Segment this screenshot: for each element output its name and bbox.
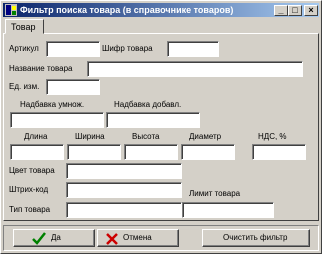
vat-input[interactable] bbox=[252, 144, 306, 160]
shifr-label: Шифр товара bbox=[102, 44, 153, 53]
tab-label: Товар bbox=[11, 22, 36, 32]
app-icon bbox=[5, 4, 17, 16]
artikul-label: Артикул bbox=[9, 44, 39, 53]
name-label: Название товара bbox=[9, 64, 73, 73]
artikul-input[interactable] bbox=[46, 41, 100, 57]
barcode-input[interactable] bbox=[66, 182, 182, 198]
markup-mult-input[interactable] bbox=[10, 112, 104, 128]
markup-add-label: Надбавка добавл. bbox=[114, 100, 182, 109]
close-button[interactable]: × bbox=[304, 5, 318, 16]
height-input[interactable] bbox=[124, 144, 178, 160]
form-panel: Артикул Шифр товара Название товара Ед. … bbox=[3, 33, 319, 221]
barcode-label: Штрих-код bbox=[9, 185, 49, 194]
type-input[interactable] bbox=[66, 202, 182, 218]
diameter-label: Диаметр bbox=[189, 132, 222, 141]
maximize-button[interactable]: □ bbox=[288, 5, 302, 16]
height-label: Высота bbox=[132, 132, 160, 141]
ok-button[interactable]: Да bbox=[13, 229, 95, 247]
vat-label: НДС, % bbox=[258, 132, 287, 141]
clear-filter-button[interactable]: Очистить фильтр bbox=[202, 229, 310, 247]
type-label: Тип товара bbox=[9, 205, 51, 214]
limit-label: Лимит товара bbox=[189, 189, 241, 198]
length-label: Длина bbox=[24, 132, 48, 141]
diameter-input[interactable] bbox=[181, 144, 235, 160]
window-title: Фильтр поиска товара (в справочнике това… bbox=[20, 5, 234, 15]
cancel-label: Отмена bbox=[123, 233, 152, 242]
color-input[interactable] bbox=[66, 163, 182, 179]
button-bar: Да Отмена Очистить фильтр bbox=[3, 225, 319, 251]
minimize-button[interactable]: _ bbox=[274, 5, 288, 16]
ok-label: Да bbox=[51, 233, 61, 242]
color-label: Цвет товара bbox=[9, 166, 55, 175]
cancel-button[interactable]: Отмена bbox=[97, 229, 179, 247]
filter-dialog: Фильтр поиска товара (в справочнике това… bbox=[0, 0, 322, 254]
title-bar[interactable]: Фильтр поиска товара (в справочнике това… bbox=[3, 3, 319, 17]
name-input[interactable] bbox=[87, 61, 303, 77]
markup-mult-label: Надбавка умнож. bbox=[20, 100, 85, 109]
length-input[interactable] bbox=[10, 144, 64, 160]
width-label: Ширина bbox=[75, 132, 105, 141]
width-input[interactable] bbox=[67, 144, 121, 160]
clear-filter-label: Очистить фильтр bbox=[223, 233, 288, 242]
markup-add-input[interactable] bbox=[106, 112, 200, 128]
limit-input[interactable] bbox=[182, 202, 274, 218]
tab-tovar[interactable]: Товар bbox=[5, 19, 44, 34]
shifr-input[interactable] bbox=[167, 41, 219, 57]
unit-input[interactable] bbox=[46, 79, 100, 95]
unit-label: Ед. изм. bbox=[9, 82, 40, 91]
check-icon bbox=[32, 232, 46, 245]
x-icon bbox=[106, 233, 118, 245]
